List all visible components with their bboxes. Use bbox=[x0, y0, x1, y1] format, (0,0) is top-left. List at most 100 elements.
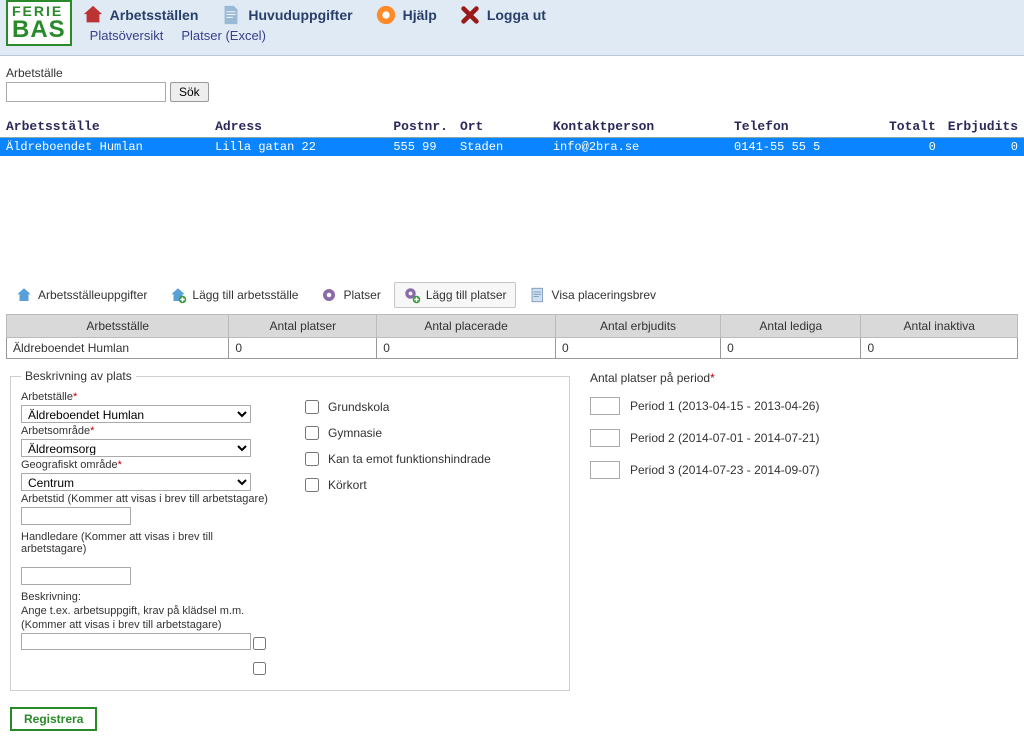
cell-ort: Staden bbox=[454, 138, 547, 157]
cell-arbetsstalle: Äldreboendet Humlan bbox=[0, 138, 209, 157]
period-row-3: Period 3 (2014-07-23 - 2014-09-07) bbox=[590, 461, 1014, 479]
register-button[interactable]: Registrera bbox=[10, 707, 97, 731]
col2-antal-platser[interactable]: Antal platser bbox=[229, 315, 377, 338]
extra-checkbox-2[interactable] bbox=[253, 662, 266, 675]
subnav-platser-excel[interactable]: Platser (Excel) bbox=[181, 28, 266, 43]
period-row-1: Period 1 (2013-04-15 - 2013-04-26) bbox=[590, 397, 1014, 415]
btn-arbetsstalleuppgifter[interactable]: Arbetsställeuppgifter bbox=[6, 282, 156, 308]
nav-loggaut[interactable]: Logga ut bbox=[459, 4, 546, 26]
btn-visa-placeringsbrev-label: Visa placeringsbrev bbox=[552, 288, 657, 302]
arbetstid-label: Arbetstid (Kommer att visas i brev till … bbox=[21, 493, 271, 505]
cell-telefon: 0141-55 55 5 bbox=[728, 138, 883, 157]
period-row-2: Period 2 (2014-07-01 - 2014-07-21) bbox=[590, 429, 1014, 447]
period-1-label: Period 1 (2013-04-15 - 2013-04-26) bbox=[630, 399, 819, 413]
search-label: Arbetställe bbox=[6, 66, 1018, 80]
chk-funktion[interactable] bbox=[305, 452, 319, 466]
btn-platser[interactable]: Platser bbox=[311, 282, 389, 308]
sum-antal-lediga: 0 bbox=[721, 338, 861, 359]
chk-korkort-label: Körkort bbox=[328, 478, 367, 492]
arbetsstalle-select[interactable]: Äldreboendet Humlan bbox=[21, 405, 251, 423]
arbetsomrade-label: Arbetsområde bbox=[21, 425, 271, 437]
col2-antal-erbjudits[interactable]: Antal erbjudits bbox=[555, 315, 720, 338]
subnav-platsoversikt[interactable]: Platsöversikt bbox=[90, 28, 164, 43]
nav-arbetsstallen[interactable]: Arbetsställen bbox=[82, 4, 199, 26]
summary-row[interactable]: Äldreboendet Humlan 0 0 0 0 0 bbox=[7, 338, 1018, 359]
close-icon bbox=[459, 4, 481, 26]
period-1-input[interactable] bbox=[590, 397, 620, 415]
period-3-input[interactable] bbox=[590, 461, 620, 479]
beskrivning-label-1: Beskrivning: bbox=[21, 591, 271, 603]
btn-platser-label: Platser bbox=[343, 288, 380, 302]
chk-funktion-row[interactable]: Kan ta emot funktionshindrade bbox=[301, 449, 551, 469]
periods-legend: Antal platser på period bbox=[590, 371, 1014, 385]
chk-gymnasie[interactable] bbox=[305, 426, 319, 440]
arbetsstalle-table: Arbetsställe Adress Postnr. Ort Kontaktp… bbox=[0, 116, 1024, 156]
search-button[interactable]: Sök bbox=[170, 82, 209, 102]
col-postnr[interactable]: Postnr. bbox=[387, 116, 454, 138]
summary-table: Arbetsställe Antal platser Antal placera… bbox=[6, 314, 1018, 359]
nav-arbetsstallen-label: Arbetsställen bbox=[110, 7, 199, 23]
chk-gymnasie-row[interactable]: Gymnasie bbox=[301, 423, 551, 443]
cell-totalt: 0 bbox=[883, 138, 942, 157]
nav-loggaut-label: Logga ut bbox=[487, 7, 546, 23]
table-row[interactable]: Äldreboendet Humlan Lilla gatan 22 555 9… bbox=[0, 138, 1024, 157]
col-telefon[interactable]: Telefon bbox=[728, 116, 883, 138]
chk-grundskola-row[interactable]: Grundskola bbox=[301, 397, 551, 417]
chk-grundskola[interactable] bbox=[305, 400, 319, 414]
col2-antal-inaktiva[interactable]: Antal inaktiva bbox=[861, 315, 1018, 338]
arbetsomrade-select[interactable]: Äldreomsorg bbox=[21, 439, 251, 457]
btn-lagg-arbetsstalle[interactable]: Lägg till arbetsställe bbox=[160, 282, 307, 308]
logo-line2: BAS bbox=[12, 18, 66, 42]
period-2-input[interactable] bbox=[590, 429, 620, 447]
sum-antal-erbjudits: 0 bbox=[555, 338, 720, 359]
sum-antal-platser: 0 bbox=[229, 338, 377, 359]
nav-huvuduppgifter-label: Huvuduppgifter bbox=[248, 7, 352, 23]
search-panel: Arbetställe Sök bbox=[0, 56, 1024, 106]
handledare-input[interactable] bbox=[21, 567, 131, 585]
col-kontaktperson[interactable]: Kontaktperson bbox=[547, 116, 728, 138]
btn-arbetsstalleuppgifter-label: Arbetsställeuppgifter bbox=[38, 288, 147, 302]
house-icon bbox=[82, 4, 104, 26]
beskrivning-label-3: (Kommer att visas i brev till arbetstaga… bbox=[21, 619, 271, 631]
geografiskt-label: Geografiskt område bbox=[21, 459, 271, 471]
col-erbjudits[interactable]: Erbjudits bbox=[942, 116, 1024, 138]
col-arbetsstalle[interactable]: Arbetsställe bbox=[0, 116, 209, 138]
grid-spacer bbox=[0, 156, 1024, 276]
top-navbar: FERIE BAS Arbetsställen Huvuduppgifter bbox=[0, 0, 1024, 56]
arbetstid-input[interactable] bbox=[21, 507, 131, 525]
letter-icon bbox=[529, 286, 547, 304]
search-input[interactable] bbox=[6, 82, 166, 102]
nav-hjalp[interactable]: Hjälp bbox=[375, 4, 437, 26]
help-icon bbox=[375, 4, 397, 26]
periods-panel: Antal platser på period Period 1 (2013-0… bbox=[590, 369, 1014, 691]
nav-huvuduppgifter[interactable]: Huvuduppgifter bbox=[220, 4, 352, 26]
home-small-icon bbox=[15, 286, 33, 304]
period-2-label: Period 2 (2014-07-01 - 2014-07-21) bbox=[630, 431, 819, 445]
col2-antal-placerade[interactable]: Antal placerade bbox=[377, 315, 556, 338]
action-toolbar: Arbetsställeuppgifter Lägg till arbetsst… bbox=[0, 276, 1024, 314]
chk-korkort[interactable] bbox=[305, 478, 319, 492]
home-plus-icon bbox=[169, 286, 187, 304]
beskrivning-label-2: Ange t.ex. arbetsuppgift, krav på klädse… bbox=[21, 605, 271, 617]
col-totalt[interactable]: Totalt bbox=[883, 116, 942, 138]
cell-erbjudits: 0 bbox=[942, 138, 1024, 157]
table-header-row: Arbetsställe Adress Postnr. Ort Kontaktp… bbox=[0, 116, 1024, 138]
beskrivning-legend: Beskrivning av plats bbox=[21, 369, 136, 383]
app-logo: FERIE BAS bbox=[6, 0, 72, 46]
chk-korkort-row[interactable]: Körkort bbox=[301, 475, 551, 495]
gear-icon bbox=[320, 286, 338, 304]
handledare-label: Handledare (Kommer att visas i brev till… bbox=[21, 531, 271, 555]
btn-visa-placeringsbrev[interactable]: Visa placeringsbrev bbox=[520, 282, 666, 308]
col-adress[interactable]: Adress bbox=[209, 116, 387, 138]
col2-antal-lediga[interactable]: Antal lediga bbox=[721, 315, 861, 338]
col-ort[interactable]: Ort bbox=[454, 116, 547, 138]
period-3-label: Period 3 (2014-07-23 - 2014-09-07) bbox=[630, 463, 819, 477]
geografiskt-select[interactable]: Centrum bbox=[21, 473, 251, 491]
summary-header-row: Arbetsställe Antal platser Antal placera… bbox=[7, 315, 1018, 338]
btn-lagg-platser[interactable]: Lägg till platser bbox=[394, 282, 516, 308]
extra-checkbox-1[interactable] bbox=[253, 637, 266, 650]
chk-funktion-label: Kan ta emot funktionshindrade bbox=[328, 452, 491, 466]
col2-arbetsstalle[interactable]: Arbetsställe bbox=[7, 315, 229, 338]
sum-arbetsstalle: Äldreboendet Humlan bbox=[7, 338, 229, 359]
beskrivning-fieldset: Beskrivning av plats Arbetställe Äldrebo… bbox=[10, 369, 570, 691]
